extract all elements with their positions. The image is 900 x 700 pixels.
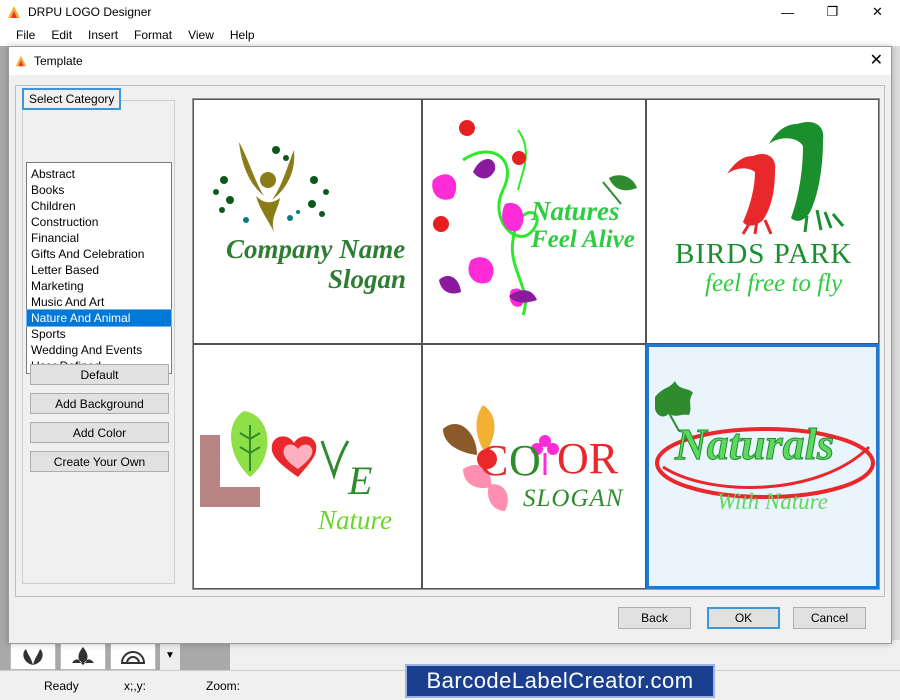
menu-help[interactable]: Help	[222, 24, 263, 46]
category-item[interactable]: Marketing	[27, 278, 171, 294]
add-background-button[interactable]: Add Background	[30, 393, 169, 414]
category-item[interactable]: Books	[27, 182, 171, 198]
template-line-1: OR	[557, 434, 619, 483]
cancel-button[interactable]: Cancel	[793, 607, 866, 629]
watermark-banner: BarcodeLabelCreator.com	[405, 664, 715, 698]
category-item[interactable]: Nature And Animal	[26, 309, 172, 327]
select-category-label: Select Category	[22, 88, 122, 110]
template-line-1: BIRDS PARK	[675, 238, 853, 270]
svg-text:C: C	[479, 436, 508, 485]
maximize-icon[interactable]: ❐	[810, 0, 855, 24]
template-line-2: feel free to fly	[705, 270, 843, 297]
close-icon[interactable]: ✕	[855, 0, 900, 24]
category-item[interactable]: Letter Based	[27, 262, 171, 278]
template-tile-company[interactable]: Company Name Slogan	[193, 99, 422, 344]
category-item[interactable]: Children	[27, 198, 171, 214]
symbol-thumbnail[interactable]	[110, 640, 156, 670]
symbol-thumbnail[interactable]	[10, 640, 56, 670]
template-line-2: Nature	[318, 505, 392, 535]
template-line-1: Naturals	[675, 420, 835, 470]
menu-edit[interactable]: Edit	[43, 24, 80, 46]
category-item[interactable]: Financial	[27, 230, 171, 246]
app-titlebar: DRPU LOGO Designer — ❐ ✕	[0, 0, 900, 24]
ok-button[interactable]: OK	[707, 607, 780, 629]
status-ready: Ready	[44, 678, 79, 693]
template-grid: Company Name Slogan Natures Feel Alive B…	[192, 98, 880, 590]
dialog-close-icon[interactable]: ✕	[870, 53, 883, 69]
template-dialog: Template ✕ Select Category Abstract Books…	[8, 46, 892, 644]
create-your-own-button[interactable]: Create Your Own	[30, 451, 169, 472]
app-logo-icon	[8, 6, 20, 18]
dialog-logo-icon	[15, 55, 27, 67]
back-button[interactable]: Back	[618, 607, 691, 629]
category-item[interactable]: Sports	[27, 326, 171, 342]
dialog-titlebar: Template ✕	[9, 47, 891, 75]
dialog-body: Select Category Abstract Books Children Con…	[15, 85, 885, 597]
shell-symbol-icon	[120, 651, 146, 664]
category-item[interactable]: Wedding And Events	[27, 342, 171, 358]
dialog-title: Template	[34, 54, 83, 68]
template-tile-natures[interactable]: Natures Feel Alive	[422, 99, 646, 344]
birds-logo-icon	[727, 121, 845, 235]
menu-bar: File Edit Insert Format View Help	[0, 24, 900, 46]
template-line-1: Natures	[531, 196, 620, 226]
template-line-2: Feel Alive	[531, 226, 635, 253]
menu-insert[interactable]: Insert	[80, 24, 126, 46]
symbol-thumbnails: ▼	[10, 640, 180, 670]
minimize-icon[interactable]: —	[765, 0, 810, 24]
status-zoom: Zoom:	[206, 678, 241, 693]
template-tile-color[interactable]: C O OR SLOGAN	[422, 344, 646, 589]
template-line-1: Company Name	[226, 234, 406, 264]
default-button[interactable]: Default	[30, 364, 169, 385]
category-item[interactable]: Music And Art	[27, 294, 171, 310]
template-line-2: With Nature	[717, 489, 828, 514]
category-item[interactable]: Gifts And Celebration	[27, 246, 171, 262]
app-title: DRPU LOGO Designer	[28, 5, 152, 19]
love-logo-icon	[200, 411, 350, 507]
add-color-button[interactable]: Add Color	[30, 422, 169, 443]
menu-view[interactable]: View	[180, 24, 222, 46]
category-item[interactable]: Construction	[27, 214, 171, 230]
window-controls: — ❐ ✕	[765, 0, 900, 24]
template-tile-love[interactable]: VE E Nature	[193, 344, 422, 589]
category-list[interactable]: Abstract Books Children Construction Financi…	[26, 162, 172, 374]
svg-text:O: O	[509, 436, 541, 485]
symbol-thumbnail[interactable]	[60, 640, 106, 670]
status-coordinates: x;,y:	[124, 678, 147, 693]
leaf-symbol-icon	[72, 647, 94, 665]
template-letter-e: E	[348, 458, 373, 503]
floral-symbol-icon	[23, 649, 43, 665]
template-line-2: Slogan	[328, 264, 407, 294]
template-tile-birds[interactable]: BIRDS PARK feel free to fly	[646, 99, 879, 344]
eagle-logo-icon	[213, 142, 329, 232]
template-tile-naturals[interactable]: Naturals With Nature	[646, 344, 879, 589]
template-line-2: SLOGAN	[523, 485, 624, 512]
chevron-down-icon[interactable]: ▼	[160, 640, 180, 670]
category-item[interactable]: Abstract	[27, 166, 171, 182]
workspace-scrollbar[interactable]	[892, 46, 900, 670]
menu-format[interactable]: Format	[126, 24, 180, 46]
menu-file[interactable]: File	[8, 24, 43, 46]
